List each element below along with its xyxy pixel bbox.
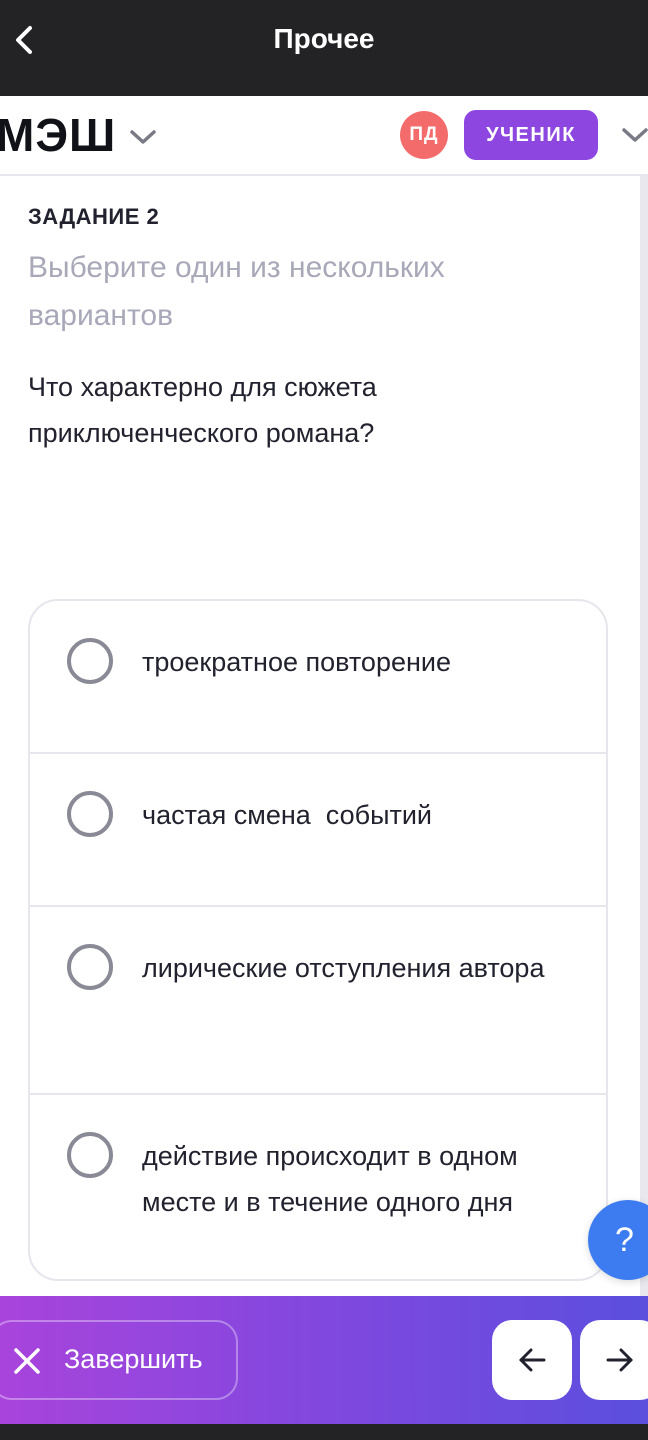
page-title: Прочее [273,23,375,54]
radio-button[interactable] [67,944,113,990]
bottom-action-bar: Завершить [0,1296,648,1424]
role-badge[interactable]: УЧЕНИК [464,110,598,160]
close-icon [14,1348,40,1374]
finish-button-label: Завершить [64,1344,203,1374]
task-question: Что характерно для сюжета приключенческо… [28,372,377,448]
task-instruction: Выберите один из нескольких вариантов [28,251,445,332]
chevron-down-icon [130,130,156,144]
previous-task-button[interactable] [492,1320,572,1400]
answer-options-list: троекратное повторение частая смена собы… [28,599,608,1281]
arrow-left-icon [519,1348,546,1372]
next-task-button[interactable] [580,1320,648,1400]
app-logo: МЭШ [0,109,117,161]
avatar[interactable]: ПД [400,111,448,159]
radio-button[interactable] [67,1132,113,1178]
top-navigation-bar: Прочее [0,0,648,96]
profile-menu-dropdown[interactable] [620,120,648,150]
answer-option-text: частая смена событий [142,800,433,830]
answer-option[interactable]: лирические отступления автора [30,907,606,1095]
answer-option-text: действие происходит в одном месте и в те… [142,1141,526,1217]
finish-button[interactable]: Завершить [0,1320,238,1400]
answer-option-text: лирические отступления автора [142,953,545,983]
task-label: ЗАДАНИЕ 2 [28,204,160,229]
radio-button[interactable] [67,791,113,837]
chevron-down-icon [622,128,648,142]
answer-option[interactable]: троекратное повторение [30,601,606,754]
scrollbar[interactable] [640,176,648,1296]
radio-button[interactable] [67,638,113,684]
answer-option[interactable]: частая смена событий [30,754,606,907]
app-switcher-dropdown[interactable] [128,122,158,152]
answer-option-text: троекратное повторение [142,647,451,677]
system-navigation-bar [0,1424,648,1440]
arrow-right-icon [606,1348,633,1372]
answer-option[interactable]: действие происходит в одном месте и в те… [30,1095,606,1279]
app-header: МЭШ ПД УЧЕНИК [0,96,648,176]
